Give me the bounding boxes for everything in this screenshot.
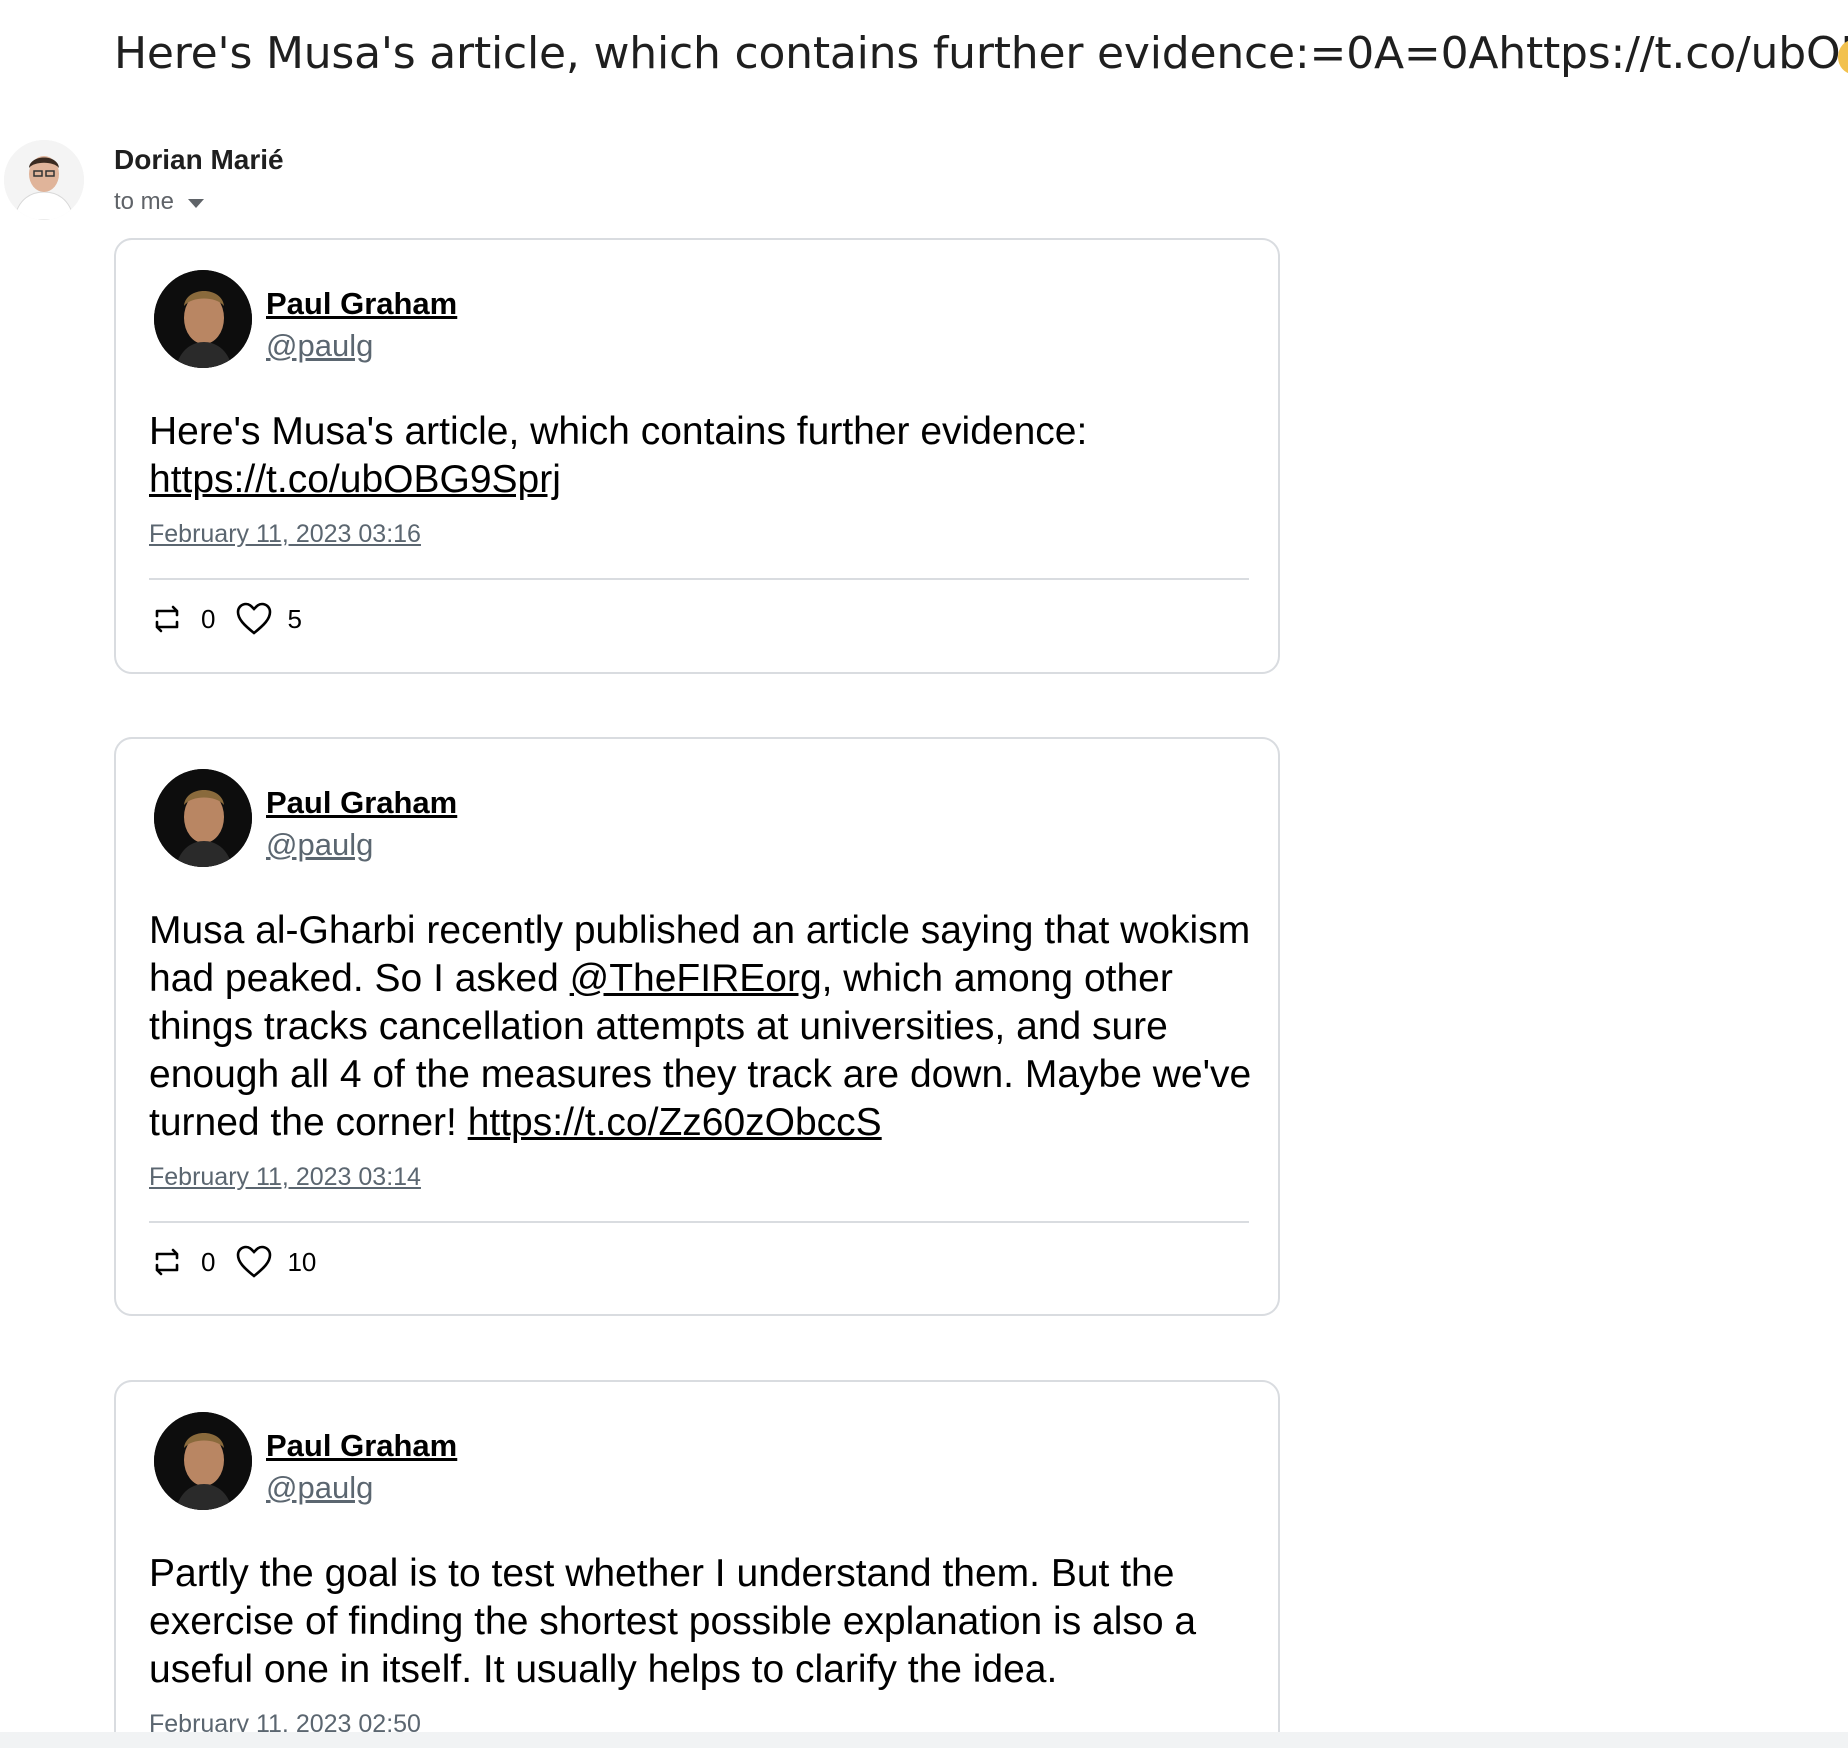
- author-handle-link[interactable]: @paulg: [266, 1470, 373, 1506]
- tweet-link[interactable]: https://t.co/Zz60zObccS: [468, 1101, 882, 1144]
- tweet-date-link[interactable]: February 11, 2023 03:16: [149, 520, 421, 549]
- recipient-details-toggle[interactable]: to me: [114, 188, 205, 216]
- tweet-metrics: 0 10: [149, 1243, 336, 1281]
- email-subject: Here's Musa's article, which contains fu…: [114, 28, 1848, 79]
- like-count: 10: [287, 1246, 317, 1277]
- mention-link[interactable]: @TheFIREorg: [570, 957, 822, 1000]
- tweet-text-segment: Partly the goal is to test whether I und…: [149, 1552, 1197, 1691]
- tweet-text-segment: Here's Musa's article, which contains fu…: [149, 410, 1088, 453]
- author-name-link[interactable]: Paul Graham: [266, 785, 457, 821]
- retweet-icon[interactable]: [149, 600, 187, 638]
- like-count: 5: [287, 603, 302, 634]
- author-name-link[interactable]: Paul Graham: [266, 1428, 457, 1464]
- tweet-link[interactable]: https://t.co/ubOBG9Sprj: [149, 458, 561, 501]
- author-handle-link[interactable]: @paulg: [266, 827, 373, 863]
- recipient-label: to me: [114, 188, 175, 215]
- author-name-link[interactable]: Paul Graham: [266, 286, 457, 322]
- tweet-date-link[interactable]: February 11, 2023 03:14: [149, 1163, 421, 1192]
- tweet-text: Here's Musa's article, which contains fu…: [149, 408, 1259, 504]
- tweet-text: Musa al-Gharbi recently published an art…: [149, 907, 1259, 1147]
- retweet-icon[interactable]: [149, 1243, 187, 1281]
- author-avatar[interactable]: [154, 1412, 252, 1510]
- tweet-metrics: 0 5: [149, 600, 322, 638]
- email-view: Here's Musa's article, which contains fu…: [0, 0, 1848, 1748]
- chevron-down-icon[interactable]: [188, 198, 205, 208]
- sender-name: Dorian Marié: [114, 144, 284, 175]
- tweet-card: Paul Graham @paulg Partly the goal is to…: [114, 1380, 1280, 1748]
- author-handle-link[interactable]: @paulg: [266, 328, 373, 364]
- tweet-card: Paul Graham @paulg Here's Musa's article…: [114, 238, 1280, 674]
- heart-icon[interactable]: [235, 600, 273, 638]
- author-avatar[interactable]: [154, 270, 252, 368]
- tweet-text: Partly the goal is to test whether I und…: [149, 1550, 1259, 1694]
- retweet-count: 0: [201, 603, 216, 634]
- bottom-scroll-edge: [0, 1732, 1848, 1748]
- heart-icon[interactable]: [235, 1243, 273, 1281]
- divider: [149, 578, 1249, 580]
- author-avatar[interactable]: [154, 769, 252, 867]
- tweet-card: Paul Graham @paulg Musa al-Gharbi recent…: [114, 737, 1280, 1316]
- divider: [149, 1221, 1249, 1223]
- sender-avatar[interactable]: [4, 140, 84, 220]
- retweet-count: 0: [201, 1246, 216, 1277]
